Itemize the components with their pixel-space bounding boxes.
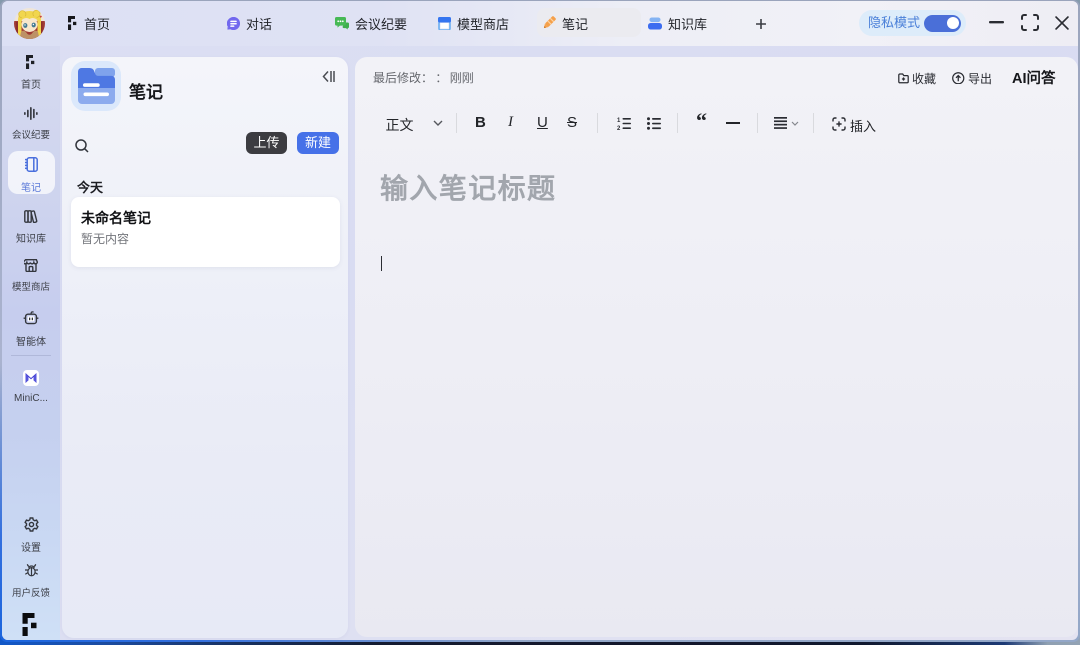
svg-text:1: 1 xyxy=(617,118,621,124)
svg-text:2: 2 xyxy=(617,125,621,129)
